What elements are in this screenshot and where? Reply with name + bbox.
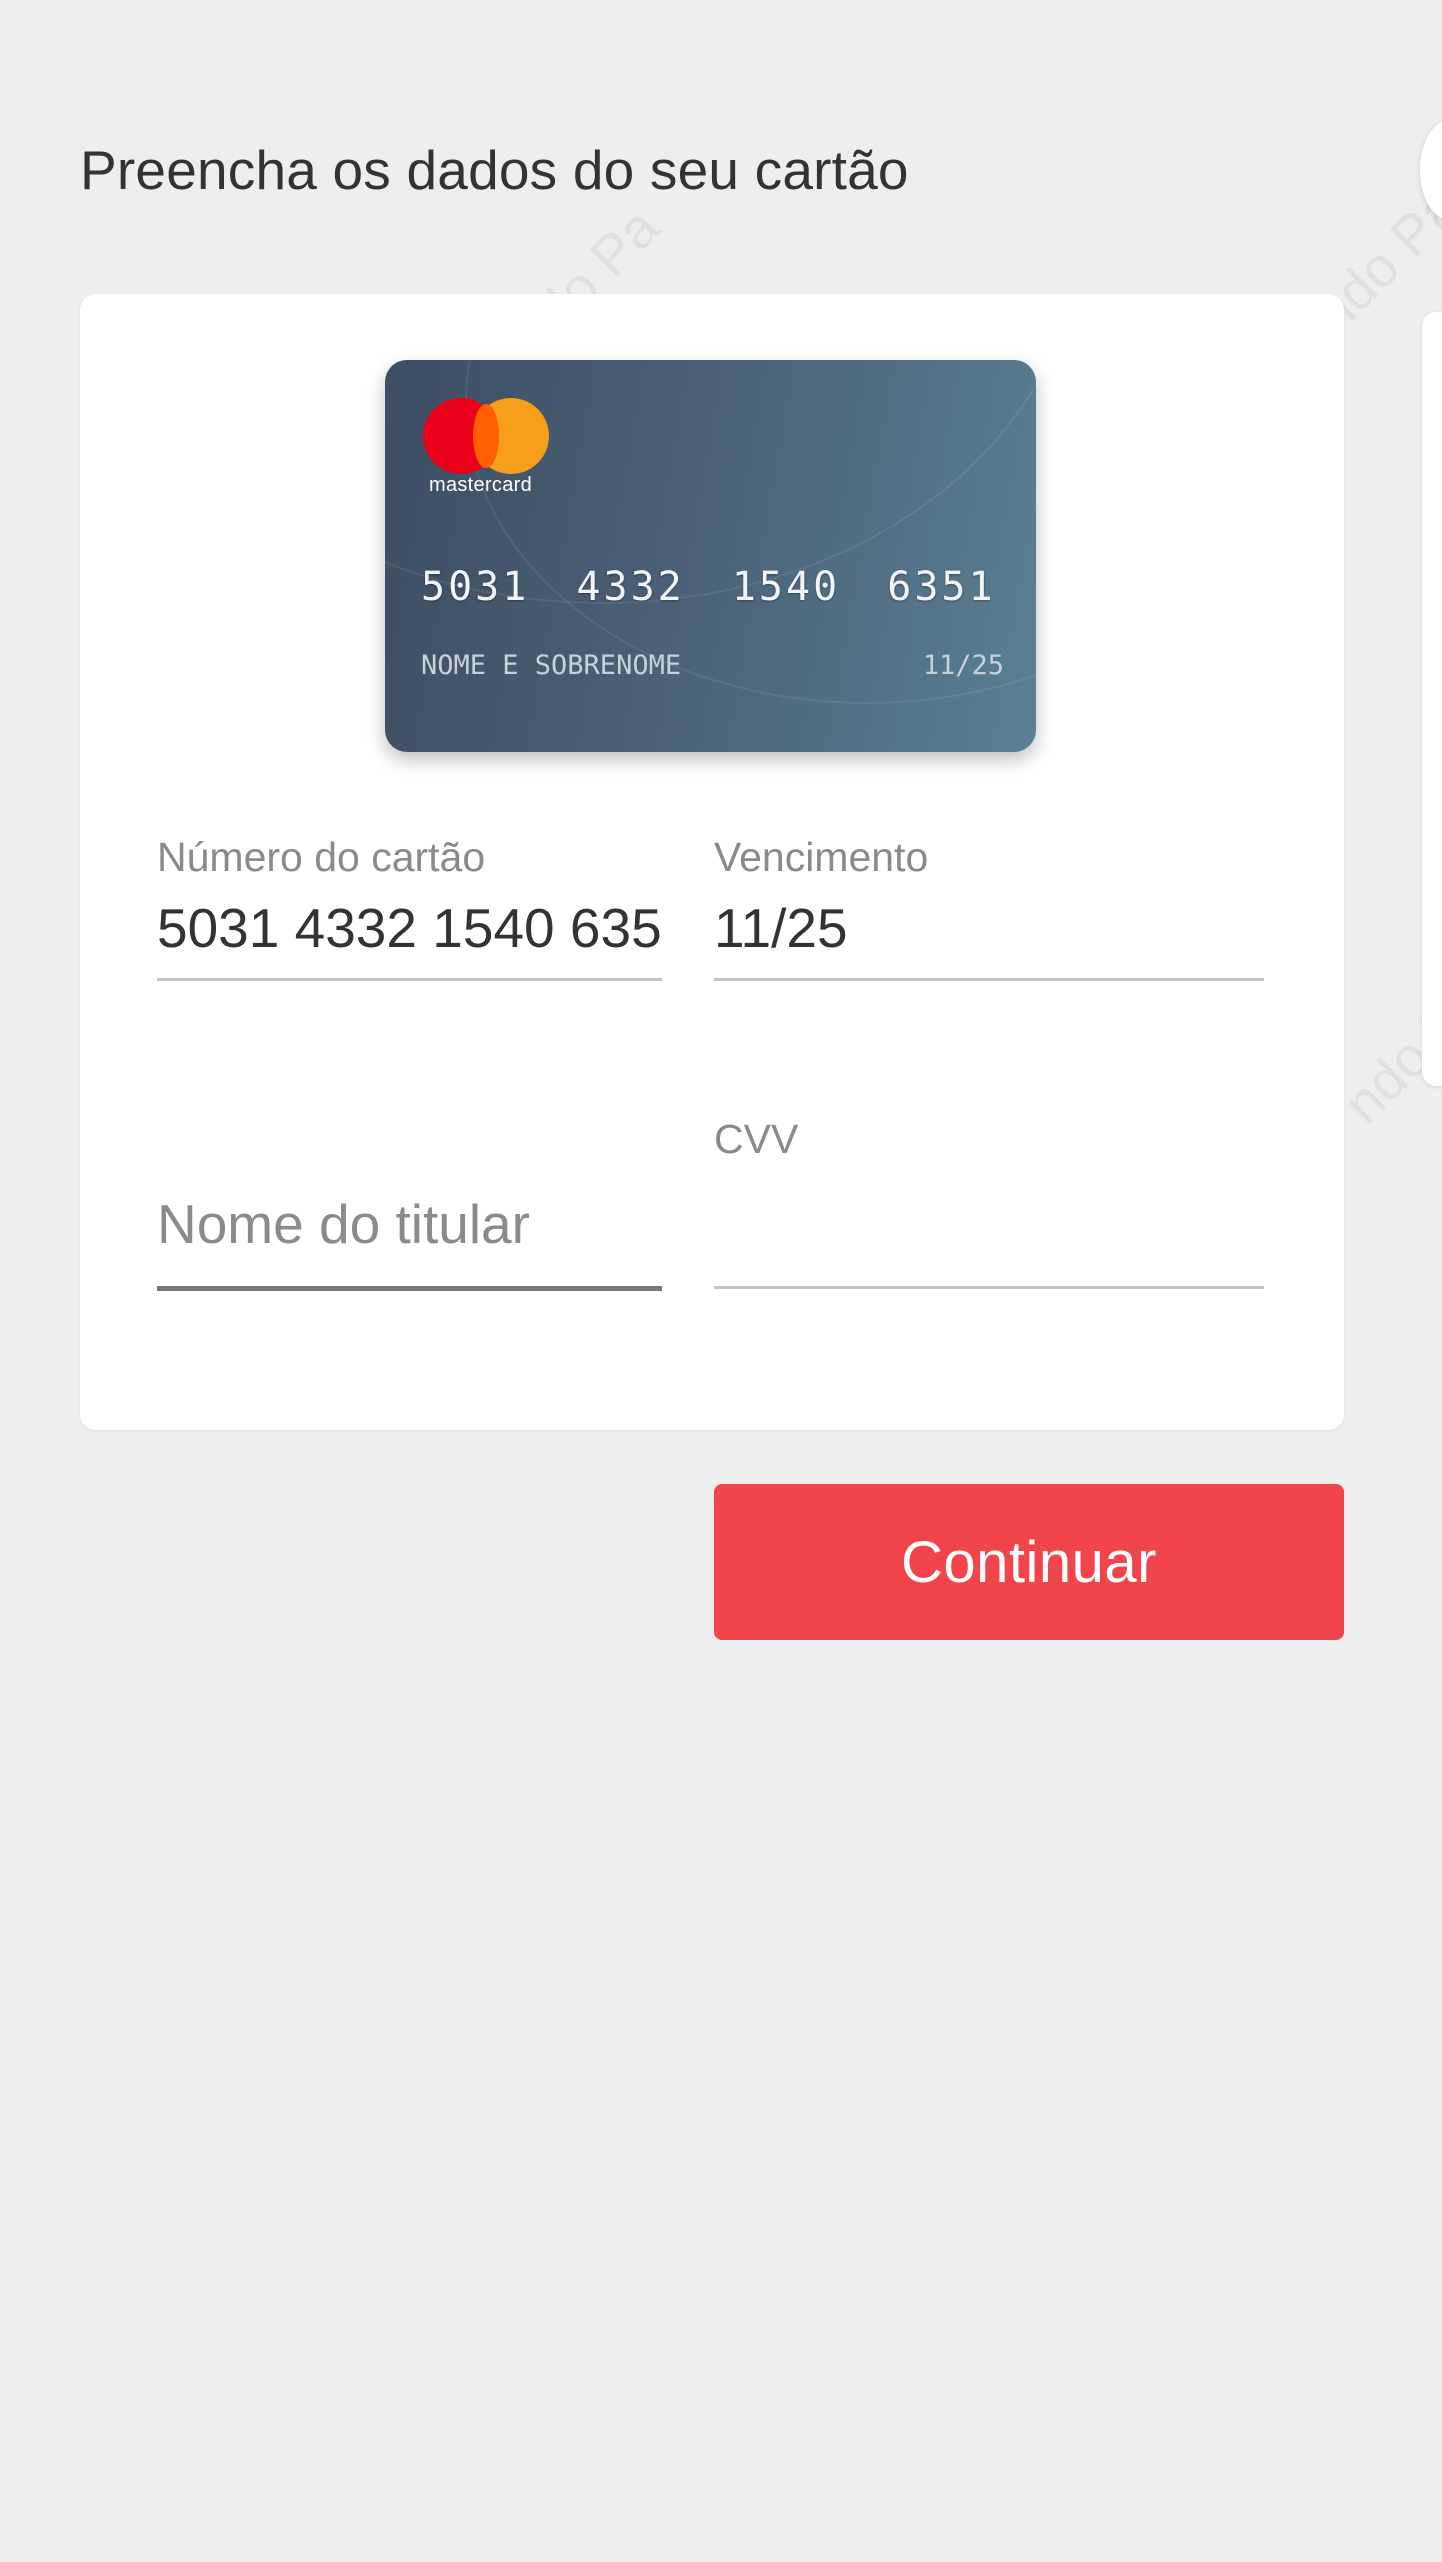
- credit-card-preview: mastercard 5031 4332 1540 6351 NOME E SO…: [385, 360, 1036, 752]
- mastercard-logo-icon: mastercard: [423, 398, 553, 498]
- card-number-label: Número do cartão: [157, 834, 486, 880]
- card-brand-label: mastercard: [429, 474, 533, 496]
- card-number-input[interactable]: 5031 4332 1540 6351: [157, 896, 662, 960]
- cvv-field[interactable]: CVV: [714, 1116, 1264, 1296]
- page-title: Preencha os dados do seu cartão: [80, 139, 909, 201]
- card-preview-holder: NOME E SOBRENOME: [421, 650, 682, 681]
- next-step-indicator[interactable]: [1420, 120, 1442, 220]
- holder-name-underline: [157, 1286, 662, 1291]
- cvv-label: CVV: [714, 1116, 799, 1162]
- continue-button[interactable]: Continuar: [714, 1484, 1344, 1640]
- expiry-label: Vencimento: [714, 834, 929, 880]
- holder-name-input[interactable]: Nome do titular: [157, 1192, 530, 1256]
- expiry-input[interactable]: 11/25: [714, 896, 1264, 960]
- card-form-panel: mastercard 5031 4332 1540 6351 NOME E SO…: [80, 294, 1344, 1430]
- mastercard-overlap: [473, 404, 499, 468]
- cvv-underline: [714, 1286, 1264, 1289]
- expiry-field[interactable]: Vencimento 11/25: [714, 834, 1264, 994]
- holder-name-field[interactable]: Nome do titular: [157, 1116, 662, 1291]
- card-preview-expiry: 11/25: [922, 650, 1004, 681]
- next-card-panel[interactable]: [1422, 312, 1442, 1086]
- card-number-field[interactable]: Número do cartão 5031 4332 1540 6351: [157, 834, 662, 994]
- card-preview-number: 5031 4332 1540 6351: [421, 564, 996, 610]
- card-number-underline: [157, 978, 662, 981]
- expiry-underline: [714, 978, 1264, 981]
